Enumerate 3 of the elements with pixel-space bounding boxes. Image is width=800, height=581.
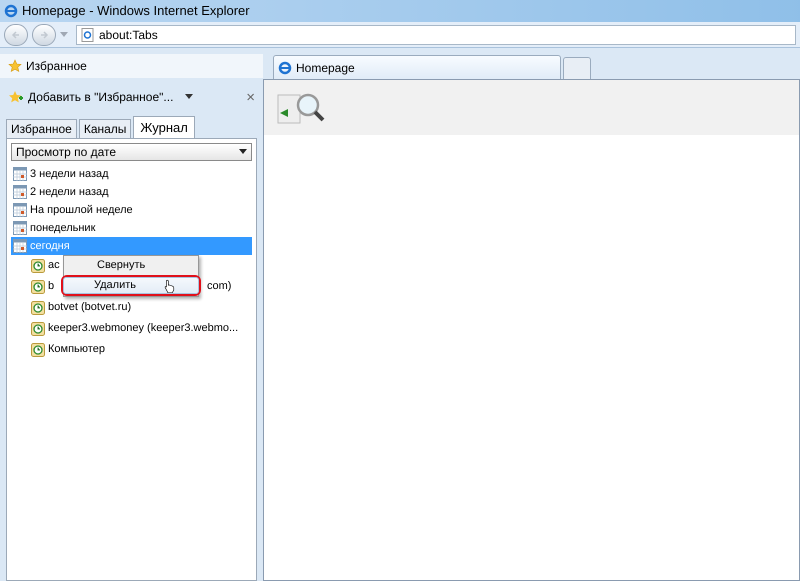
history-item-text: com) <box>207 279 232 294</box>
panel-title: Избранное <box>26 58 87 75</box>
window-title: Homepage - Windows Internet Explorer <box>22 2 250 20</box>
